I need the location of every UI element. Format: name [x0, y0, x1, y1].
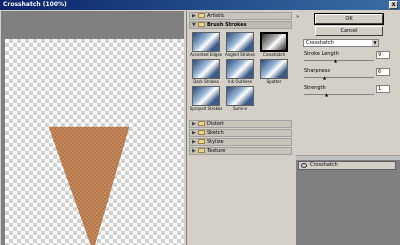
param-stroke-length: Stroke Length 9 ▲	[304, 51, 392, 63]
thumbnail-image	[192, 59, 220, 79]
category-sketch[interactable]: ▶ Sketch	[189, 129, 292, 137]
folder-icon	[198, 121, 205, 126]
window-titlebar: Crosshatch (100%) x	[0, 0, 400, 10]
category-texture[interactable]: ▶ Texture	[189, 147, 292, 155]
thumbnail-label: Accented Edges	[189, 52, 223, 57]
effect-layers-panel: Crosshatch	[296, 155, 400, 245]
filter-thumb-crosshatch[interactable]: Crosshatch	[258, 32, 290, 58]
param-value-input[interactable]: 6	[376, 68, 390, 76]
cancel-button[interactable]: Cancel	[315, 26, 383, 36]
thumbnail-image	[260, 32, 288, 52]
filter-thumb-angled-strokes[interactable]: Angled Strokes	[224, 32, 256, 58]
thumbnail-label: Sumi-e	[233, 106, 247, 111]
layers-divider	[296, 156, 400, 160]
folder-icon	[198, 130, 205, 135]
thumbnail-label: Angled Strokes	[224, 52, 256, 57]
filter-thumb-sprayed-strokes[interactable]: Sprayed Strokes	[190, 86, 222, 112]
param-strength: Strength 1 ▲	[304, 85, 392, 97]
filter-thumb-spatter[interactable]: Spatter	[258, 59, 290, 85]
eye-icon[interactable]	[301, 163, 307, 168]
filter-thumb-sumi-e[interactable]: Sumi-e	[224, 86, 256, 112]
thumbnail-label: Sprayed Strokes	[189, 106, 223, 111]
slider-track[interactable]	[304, 94, 374, 95]
category-brush-strokes[interactable]: ▼ Brush Strokes	[189, 21, 292, 29]
chevron-down-icon[interactable]: ▼	[372, 40, 378, 46]
thumbnail-image	[260, 59, 288, 79]
thumbnail-label: Crosshatch	[262, 52, 286, 57]
filter-select[interactable]: Crosshatch ▼	[303, 39, 379, 47]
filter-select-value: Crosshatch	[306, 40, 334, 46]
slider-track[interactable]	[304, 60, 374, 61]
slider-knob[interactable]: ▲	[323, 76, 326, 80]
collapse-icon[interactable]: »	[296, 14, 299, 20]
category-label: Artistic	[207, 13, 225, 19]
slider-knob[interactable]: ▲	[325, 93, 328, 97]
filter-thumb-dark-strokes[interactable]: Dark Strokes	[190, 59, 222, 85]
param-sharpness: Sharpness 6 ▲	[304, 68, 392, 80]
category-stylize[interactable]: ▶ Stylize	[189, 138, 292, 146]
thumbnail-label: Ink Outlines	[228, 79, 252, 84]
ok-button[interactable]: OK	[314, 13, 384, 25]
filter-thumb-accented-edges[interactable]: Accented Edges	[190, 32, 222, 58]
category-distort[interactable]: ▶ Distort	[189, 120, 292, 128]
preview-area[interactable]	[1, 11, 184, 245]
thumbnail-image	[226, 86, 254, 106]
category-label: Texture	[207, 148, 226, 154]
category-artistic[interactable]: ▶ Artistic	[189, 12, 292, 20]
folder-icon	[198, 139, 205, 144]
category-label: Distort	[207, 121, 224, 127]
folder-icon	[198, 148, 205, 153]
category-label: Sketch	[207, 130, 224, 136]
thumbnail-image	[192, 86, 220, 106]
category-label: Stylize	[207, 139, 224, 145]
filter-browser: ▶ Artistic ▼ Brush Strokes Accented Edges A…	[186, 11, 294, 245]
folder-icon	[198, 22, 205, 27]
slider-track[interactable]	[304, 77, 374, 78]
preview-margin	[1, 11, 184, 38]
effect-layer-row[interactable]: Crosshatch	[298, 161, 396, 170]
folder-icon	[198, 13, 205, 18]
preview-canvas[interactable]	[5, 39, 184, 245]
thumbnail-image	[226, 59, 254, 79]
thumbnail-label: Spatter	[266, 79, 282, 84]
filter-thumb-ink-outlines[interactable]: Ink Outlines	[224, 59, 256, 85]
close-icon[interactable]: x	[389, 1, 398, 9]
cone-image	[48, 126, 130, 245]
thumbnail-grid: Accented Edges Angled Strokes Crosshatch Da…	[187, 30, 294, 114]
effect-layer-label: Crosshatch	[310, 162, 338, 168]
param-value-input[interactable]: 9	[376, 51, 390, 59]
slider-knob[interactable]: ▲	[334, 59, 337, 63]
thumbnail-image	[226, 32, 254, 52]
param-value-input[interactable]: 1	[376, 85, 390, 93]
thumbnail-label: Dark Strokes	[193, 79, 219, 84]
thumbnail-image	[192, 32, 220, 52]
window-title: Crosshatch (100%)	[3, 1, 67, 8]
